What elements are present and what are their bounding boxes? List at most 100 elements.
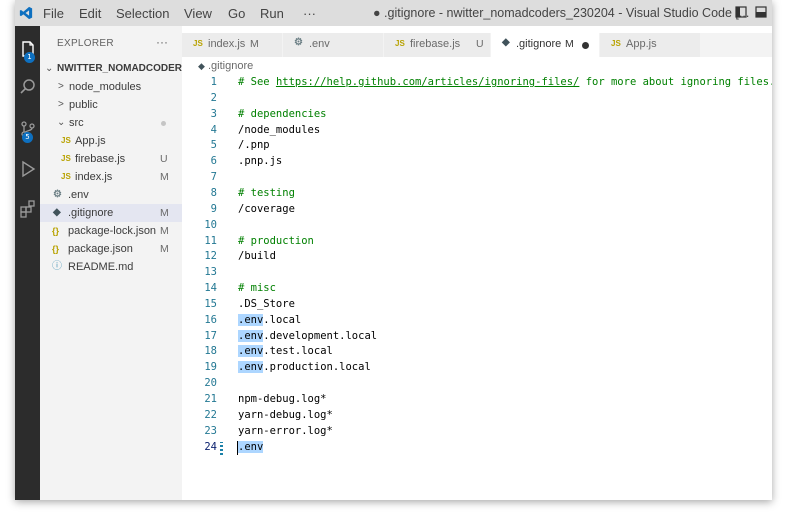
line-number: 22 [204,408,217,421]
line-number: 10 [204,218,217,231]
json-file-icon: {} [52,226,60,236]
explorer-sidebar: EXPLORER ··· ⌄ NWITTER_NOMADCODERS... > … [40,26,197,500]
vscode-logo-icon [19,6,33,20]
js-file-icon: JS [193,39,203,48]
code-line: yarn-error.log* [238,424,333,437]
code-line: yarn-debug.log* [238,408,333,421]
activity-bar: 1 5 [15,26,40,500]
code-line: # testing [238,186,295,199]
tab-label: firebase.js [410,38,461,50]
js-file-icon: JS [61,172,71,181]
menu-view[interactable]: View [184,6,212,21]
tree-item-readme[interactable]: ⓘ README.md [40,258,182,276]
source-control-activity[interactable]: 5 [15,116,40,143]
tree-item-firebase-js[interactable]: JS firebase.js U [40,150,182,168]
tree-item-node-modules[interactable]: > node_modules [40,78,182,96]
tree-item-label: README.md [68,261,134,273]
tab-env[interactable]: ⚙ .env [283,33,384,57]
breadcrumb[interactable]: ◆ .gitignore [198,60,253,72]
explorer-header: EXPLORER ··· [40,32,182,56]
window-title: ● .gitignore - nwitter_nomadcoders_23020… [373,6,750,20]
code-line: .env.local [238,313,302,326]
menu-more[interactable]: ··· [303,6,316,21]
tab-firebase-js[interactable]: JS firebase.js U [384,33,491,57]
tree-item-gitignore[interactable]: ◆ .gitignore M [40,204,182,222]
tab-status: U [476,38,484,50]
code-line: .pnp.js [238,155,283,168]
code-line: /build [238,250,276,263]
js-file-icon: JS [611,39,621,48]
search-icon [19,79,35,94]
tree-item-label: public [69,99,98,111]
line-number: 8 [210,186,217,199]
explorer-activity[interactable]: 1 [15,36,40,63]
menu-run[interactable]: Run [260,6,284,21]
chevron-down-icon: ⌄ [45,63,54,74]
line-number: 16 [204,313,217,326]
tree-item-package-lock[interactable]: {} package-lock.json M [40,222,182,240]
toggle-panel-icon[interactable] [735,6,747,18]
tree-item-index-js[interactable]: JS index.js M [40,168,182,186]
git-status: M [160,225,169,237]
tab-gitignore[interactable]: ◆ .gitignore M [491,33,600,57]
line-number: 3 [210,107,217,120]
menu-edit[interactable]: Edit [79,6,101,21]
git-status: M [160,207,169,219]
line-number: 4 [210,123,217,136]
line-number: 13 [204,266,217,279]
line-number: 7 [210,171,217,184]
menu-file[interactable]: File [43,6,64,21]
gear-icon: ⚙ [294,37,303,48]
url-link[interactable]: https://help.github.com/articles/ignorin… [276,76,579,88]
line-number: 14 [204,282,217,295]
match-highlight: .env [238,313,264,326]
gear-icon: ⚙ [53,189,62,200]
tree-item-label: node_modules [69,81,142,93]
tab-app-js[interactable]: JS App.js [600,33,701,57]
layout-icon[interactable] [755,6,767,18]
tree-item-label: index.js [75,171,113,183]
line-number: 24 [204,440,217,453]
unsaved-dot-icon[interactable] [582,42,589,49]
json-file-icon: {} [52,244,60,254]
tree-item-label: .gitignore [68,207,114,219]
match-highlight: .env [238,329,264,342]
tree-item-src[interactable]: ⌄ src [40,114,182,132]
line-number: 12 [204,250,217,263]
tab-label: index.js [208,38,246,50]
title-bar: File Edit Selection View Go Run ··· ● .g… [15,0,772,26]
tree-item-env[interactable]: ⚙ .env [40,186,182,204]
chevron-right-icon: > [58,99,64,110]
code-line: .DS_Store [238,297,295,310]
line-number: 2 [210,91,217,104]
tree-item-package-json[interactable]: {} package.json M [40,240,182,258]
code-line: # dependencies [238,107,327,120]
menu-go[interactable]: Go [228,6,245,21]
explorer-badge: 1 [24,52,35,63]
root-folder[interactable]: ⌄ NWITTER_NOMADCODERS... [40,60,197,78]
tree-item-public[interactable]: > public [40,96,182,114]
run-debug-activity[interactable] [15,156,40,182]
code-line: .env.test.local [238,345,333,358]
menu-selection[interactable]: Selection [116,6,169,21]
explorer-more-button[interactable]: ··· [156,35,168,49]
git-diamond-icon: ◆ [198,61,205,71]
search-activity[interactable] [15,74,40,100]
tab-index-js[interactable]: JS index.js M [182,33,283,57]
line-number: 17 [204,329,217,342]
extensions-activity[interactable] [15,196,40,222]
tree-item-app-js[interactable]: JS App.js [40,132,182,150]
line-number: 11 [204,234,217,247]
tree-item-label: App.js [75,135,106,147]
tree-item-label: firebase.js [75,153,126,165]
line-number: 9 [210,202,217,215]
tab-status: M [565,38,574,50]
match-highlight: .env [238,345,264,358]
tab-label: .gitignore [516,38,562,50]
tree-item-label: .env [68,189,89,201]
text-cursor [237,440,238,455]
match-highlight: .env [238,361,264,374]
line-number: 23 [204,424,217,437]
code-line: # production [238,234,314,247]
code-editor[interactable]: ◆ .gitignore 1 # See https://help.github.… [182,57,772,500]
